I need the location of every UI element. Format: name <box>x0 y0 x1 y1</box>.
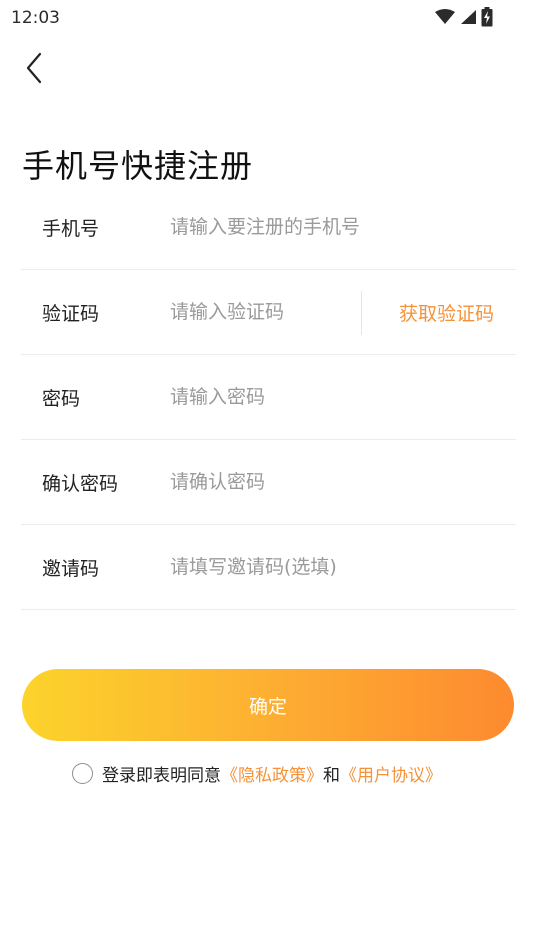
wifi-icon <box>435 9 455 29</box>
status-icons <box>435 7 493 31</box>
password-input[interactable] <box>170 382 500 412</box>
page-title: 手机号快捷注册 <box>22 147 254 186</box>
status-time: 12:03 <box>11 8 60 28</box>
phone-input[interactable] <box>170 212 500 242</box>
code-divider <box>361 291 362 335</box>
invite-row: 邀请码 <box>21 525 516 610</box>
code-row: 验证码 获取验证码 <box>21 270 516 355</box>
confirm-password-row: 确认密码 <box>21 440 516 525</box>
phone-label: 手机号 <box>42 217 100 240</box>
get-code-button[interactable]: 获取验证码 <box>399 299 494 326</box>
agreement-conjunction: 和 <box>323 766 340 786</box>
confirm-password-input[interactable] <box>170 467 500 497</box>
phone-row: 手机号 <box>21 185 516 270</box>
code-input[interactable] <box>170 297 350 327</box>
battery-charging-icon <box>481 7 493 31</box>
code-label: 验证码 <box>42 302 100 325</box>
agreement-prefix: 登录即表明同意 <box>102 766 221 786</box>
user-agreement-link[interactable]: 《用户协议》 <box>340 761 442 786</box>
agreement: 登录即表明同意 《隐私政策》 和 《用户协议》 <box>72 761 442 786</box>
privacy-policy-link[interactable]: 《隐私政策》 <box>221 761 323 786</box>
agree-checkbox[interactable] <box>72 763 93 784</box>
status-bar: 12:03 <box>0 0 535 38</box>
register-form: 手机号 验证码 获取验证码 密码 确认密码 邀请码 <box>21 185 516 610</box>
password-label: 密码 <box>42 387 81 410</box>
chevron-left-icon <box>24 52 44 88</box>
invite-label: 邀请码 <box>42 557 100 580</box>
back-button[interactable] <box>16 50 52 90</box>
invite-input[interactable] <box>170 552 500 582</box>
password-row: 密码 <box>21 355 516 440</box>
confirm-button[interactable]: 确定 <box>22 669 514 741</box>
confirm-password-label: 确认密码 <box>42 472 119 495</box>
signal-icon <box>459 9 477 29</box>
